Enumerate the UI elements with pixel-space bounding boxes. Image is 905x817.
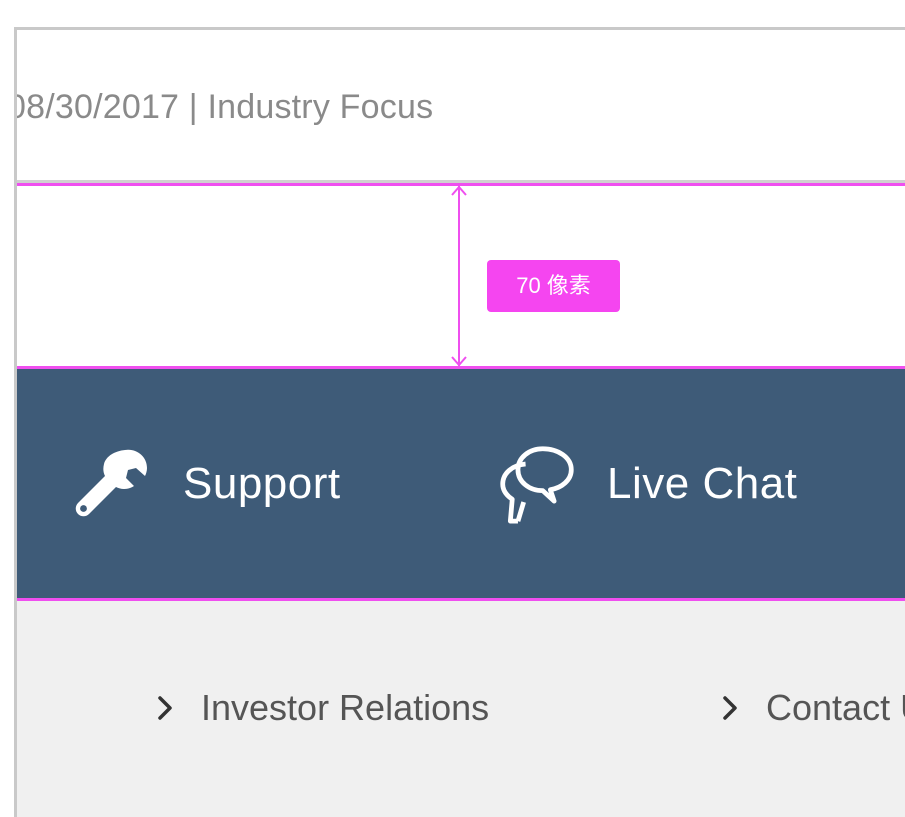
spacing-measure-overlay: 70 像素 — [17, 183, 905, 369]
measure-badge: 70 像素 — [487, 260, 620, 312]
article-date-category: 08/30/2017 | Industry Focus — [14, 88, 434, 126]
live-chat-button[interactable]: Live Chat — [497, 439, 797, 529]
investor-relations-label: Investor Relations — [201, 687, 490, 728]
support-action-bar: Support Live Chat — [17, 369, 905, 601]
wrench-icon — [73, 439, 153, 529]
measure-arrow-down-icon — [451, 356, 467, 366]
footer-links-bar: Investor Relations Contact U — [17, 601, 905, 817]
live-chat-label: Live Chat — [607, 459, 798, 508]
investor-relations-link[interactable]: Investor Relations — [155, 687, 489, 729]
contact-us-label: Contact U — [766, 687, 905, 728]
chat-bubbles-icon — [497, 439, 577, 529]
page-frame: 08/30/2017 | Industry Focus 70 像素 Suppor… — [14, 27, 905, 817]
measure-line — [458, 186, 460, 366]
chevron-right-icon — [723, 696, 737, 720]
article-meta-bar: 08/30/2017 | Industry Focus — [17, 30, 905, 183]
support-button[interactable]: Support — [73, 439, 341, 529]
support-label: Support — [183, 459, 341, 508]
chevron-right-icon — [158, 696, 172, 720]
contact-us-link[interactable]: Contact U — [720, 687, 905, 729]
